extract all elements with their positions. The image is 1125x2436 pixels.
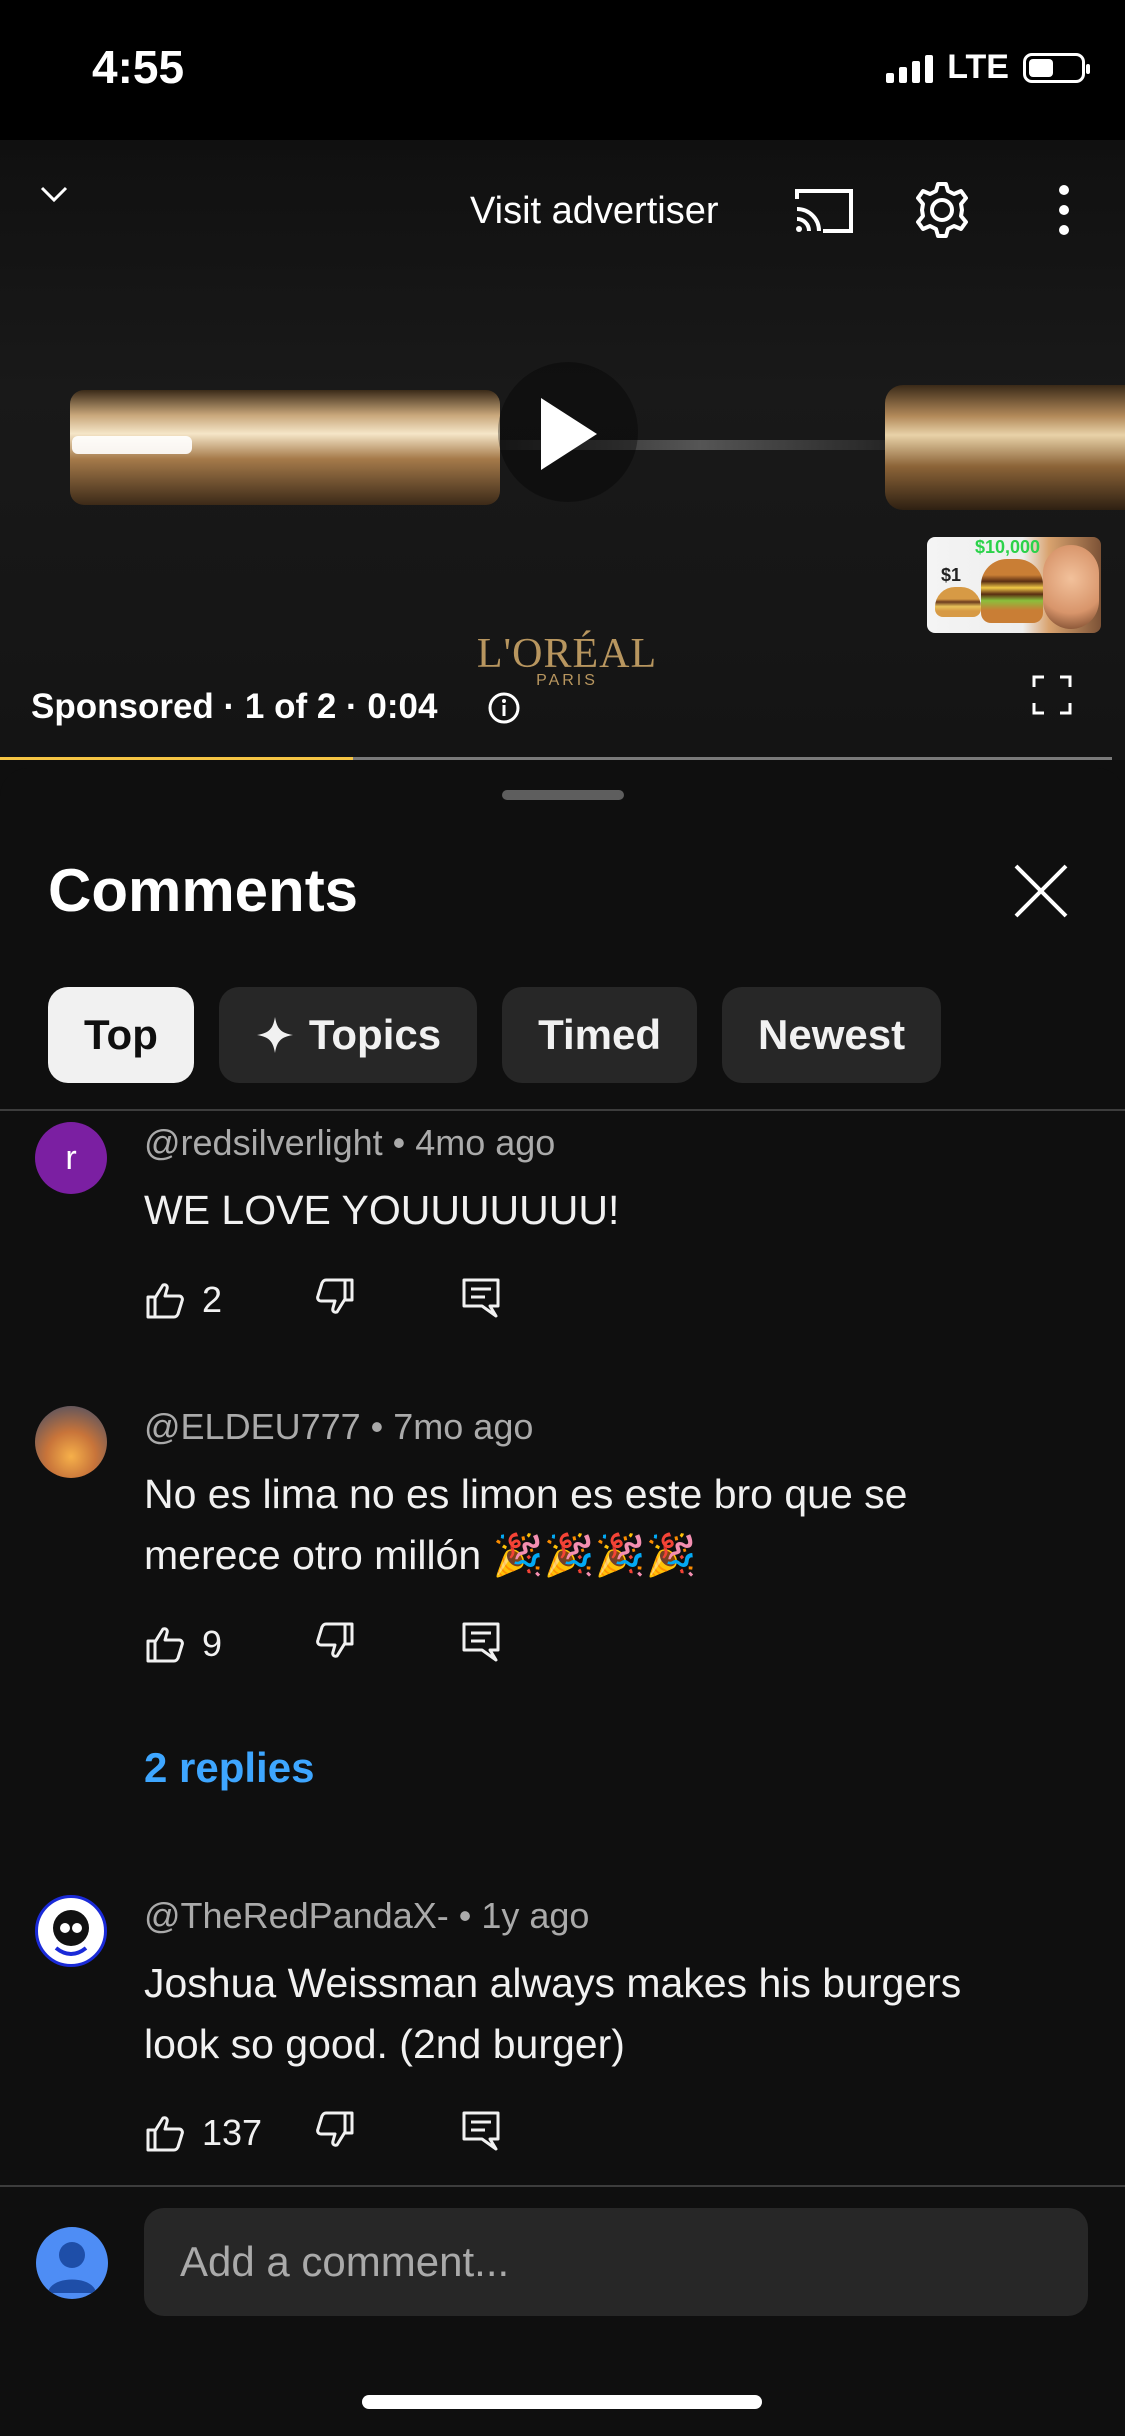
avatar[interactable] xyxy=(35,1406,107,1478)
comment-meta: @TheRedPandaX- • 1y ago xyxy=(144,1895,590,1936)
user-avatar xyxy=(36,2227,108,2299)
view-replies-link[interactable]: 2 replies xyxy=(144,1744,314,1792)
reply-button[interactable] xyxy=(460,1620,500,1667)
info-icon[interactable] xyxy=(487,691,521,725)
play-icon xyxy=(541,398,597,470)
reply-button[interactable] xyxy=(460,1276,500,1323)
add-comment-placeholder: Add a comment... xyxy=(180,2238,510,2285)
thumbnail-price-high: $10,000 xyxy=(975,537,1041,557)
ad-info: Sponsored · 1 of 2 · 0:04 xyxy=(31,687,438,726)
signal-icon xyxy=(886,53,934,83)
video-player[interactable]: Visit advertiser L'ORÉAL PARIS $1 $10,00… xyxy=(0,140,1125,760)
network-label: LTE xyxy=(947,48,1009,86)
next-video-thumbnail[interactable]: $1 $10,000 xyxy=(927,537,1101,633)
progress-fill xyxy=(0,757,353,760)
chip-top[interactable]: Top xyxy=(48,987,194,1083)
gear-icon[interactable] xyxy=(910,178,974,242)
like-button[interactable]: 9 xyxy=(144,1623,314,1665)
status-time: 4:55 xyxy=(92,41,185,93)
comment-age: 1y ago xyxy=(481,1895,590,1936)
chip-timed[interactable]: Timed xyxy=(502,987,698,1083)
sparkle-icon xyxy=(256,1017,293,1053)
comment-author[interactable]: @TheRedPandaX- xyxy=(144,1895,449,1936)
more-vert-icon[interactable] xyxy=(1052,182,1076,238)
comment-reply-icon xyxy=(462,1278,500,1318)
comment-age: 7mo ago xyxy=(393,1406,534,1447)
like-button[interactable]: 137 xyxy=(144,2112,314,2154)
avatar-illustration xyxy=(53,1910,89,1956)
thumb-up-icon xyxy=(146,2115,184,2151)
like-count: 2 xyxy=(202,1278,223,1320)
reply-button[interactable] xyxy=(460,2109,500,2156)
thumb-down-icon xyxy=(316,1278,354,1314)
comment-meta: @redsilverlight • 4mo ago xyxy=(144,1122,556,1163)
comment-actions: 9 xyxy=(144,1620,500,1667)
avatar[interactable]: r xyxy=(35,1122,107,1194)
like-button[interactable]: 2 xyxy=(144,1279,314,1321)
close-icon[interactable] xyxy=(1012,862,1070,920)
chip-topics[interactable]: Topics xyxy=(218,987,478,1083)
person-icon xyxy=(48,2242,96,2293)
add-comment-input[interactable]: Add a comment... xyxy=(144,2208,1088,2316)
divider xyxy=(0,2185,1125,2187)
home-indicator[interactable] xyxy=(362,2395,762,2409)
thumb-up-icon xyxy=(146,1282,184,1318)
comment-actions: 137 xyxy=(144,2109,500,2156)
comment-meta: @ELDEU777 • 7mo ago xyxy=(144,1406,534,1447)
avatar[interactable] xyxy=(35,1895,107,1967)
comment-actions: 2 xyxy=(144,1276,500,1323)
cast-icon[interactable] xyxy=(793,185,855,235)
thumb-up-icon xyxy=(146,1626,184,1662)
comment-text: Joshua Weissman always makes his burgers… xyxy=(144,1960,962,2067)
dislike-button[interactable] xyxy=(314,2109,460,2156)
brand-sub: PARIS xyxy=(536,672,598,689)
comment-text: WE LOVE YOUUUUUUU! xyxy=(144,1187,620,1233)
panel-title: Comments xyxy=(48,857,359,924)
drag-handle[interactable] xyxy=(502,790,624,800)
comment-author[interactable]: @redsilverlight xyxy=(144,1122,383,1163)
comment-reply-icon xyxy=(462,1622,500,1662)
battery-icon xyxy=(1023,52,1090,83)
status-bar: 4:55 LTE xyxy=(0,0,1125,140)
chevron-down-icon[interactable] xyxy=(40,180,68,208)
like-count: 137 xyxy=(202,2111,263,2153)
visit-advertiser-button[interactable]: Visit advertiser xyxy=(470,190,719,233)
chip-newest[interactable]: Newest xyxy=(722,987,942,1083)
comment-reply-icon xyxy=(462,2111,500,2151)
status-indicators: LTE xyxy=(886,48,1090,87)
thumbnail-price-low: $1 xyxy=(941,565,962,585)
comment-text: No es lima no es limon es este bro que s… xyxy=(144,1471,908,1578)
brand-logo: L'ORÉAL xyxy=(476,631,658,677)
fullscreen-icon[interactable] xyxy=(1032,675,1072,715)
dislike-button[interactable] xyxy=(314,1620,460,1667)
like-count: 9 xyxy=(202,1622,223,1664)
thumb-down-icon xyxy=(316,1622,354,1658)
thumb-down-icon xyxy=(316,2111,354,2147)
comment-author[interactable]: @ELDEU777 xyxy=(144,1406,361,1447)
dislike-button[interactable] xyxy=(314,1276,460,1323)
divider xyxy=(0,1109,1125,1111)
comment-age: 4mo ago xyxy=(415,1122,556,1163)
filter-chips: Top Topics Timed Newest xyxy=(48,987,942,1083)
